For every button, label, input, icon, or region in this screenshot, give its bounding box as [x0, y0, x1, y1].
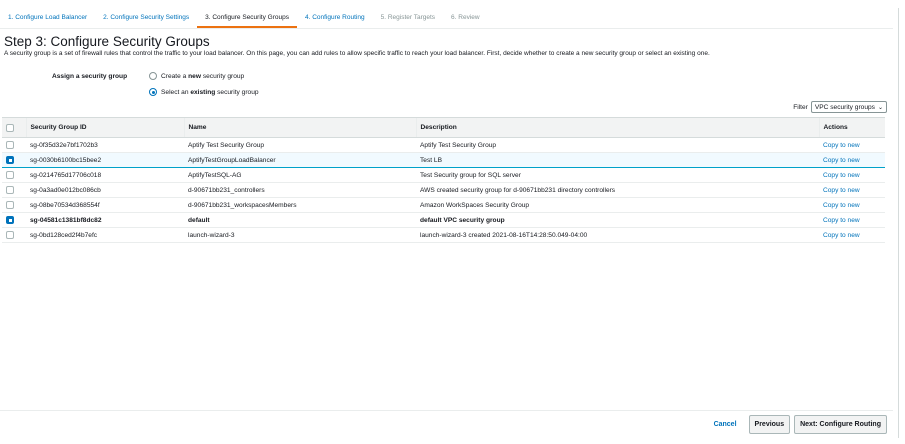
next-configure-routing-button[interactable]: Next: Configure Routing	[794, 415, 887, 434]
row-checkbox[interactable]	[6, 171, 14, 179]
radio-label-suffix: security group	[202, 72, 245, 80]
assign-security-group-label: Assign a security group	[52, 73, 128, 80]
radio-label-bold: new	[188, 72, 201, 80]
cell-description: default VPC security group	[416, 212, 819, 228]
row-checkbox[interactable]	[6, 216, 14, 224]
cell-security-group-id: sg-08be70534d368554f	[26, 197, 184, 213]
filter-select-value: VPC security groups	[814, 103, 875, 111]
copy-to-new-link[interactable]: Copy to new	[823, 202, 860, 209]
radio-button[interactable]	[149, 88, 157, 96]
step-configure-routing[interactable]: 4. Configure Routing	[297, 12, 373, 28]
row-checkbox[interactable]	[6, 156, 14, 164]
chevron-down-icon: ⌄	[877, 104, 883, 111]
copy-to-new-link[interactable]: Copy to new	[823, 187, 860, 194]
cell-description: Aptify Test Security Group	[416, 137, 819, 153]
table-row[interactable]: sg-0214765d17706c018 AptifyTestSQL-AG Te…	[2, 167, 885, 183]
radio-select-existing-security-group[interactable]: Select an existing security group	[149, 88, 259, 96]
page-description: A security group is a set of firewall ru…	[4, 50, 710, 57]
cell-security-group-id: sg-04581c1381bf8dc82	[26, 212, 184, 228]
table-header-row: Security Group ID Name Description Actio…	[2, 117, 885, 138]
table-row[interactable]: sg-0a3ad0e012bc086cb d-90671bb231_contro…	[2, 182, 885, 198]
cell-security-group-id: sg-0a3ad0e012bc086cb	[26, 182, 184, 198]
step-configure-security-groups[interactable]: 3. Configure Security Groups	[197, 12, 297, 28]
header-description[interactable]: Description	[415, 117, 819, 138]
radio-label-bold: existing	[190, 88, 216, 96]
row-checkbox[interactable]	[6, 201, 14, 209]
cell-name: default	[184, 212, 416, 228]
step-configure-load-balancer[interactable]: 1. Configure Load Balancer	[0, 12, 95, 28]
step-register-targets: 5. Register Targets	[380, 14, 436, 21]
header-security-group-id[interactable]: Security Group ID	[25, 117, 184, 138]
page-scrollbar[interactable]	[898, 8, 902, 438]
cell-description: Test Security group for SQL server	[416, 167, 819, 183]
radio-label-prefix: Create a	[161, 72, 187, 80]
table-row[interactable]: sg-04581c1381bf8dc82 default default VPC…	[2, 212, 885, 228]
table-row[interactable]: sg-08be70534d368554f d-90671bb231_worksp…	[2, 197, 885, 213]
security-groups-table: Security Group ID Name Description Actio…	[2, 117, 885, 243]
step-review: 6. Review	[451, 14, 480, 21]
select-all-checkbox[interactable]	[6, 123, 14, 132]
header-select	[2, 117, 26, 138]
page-title: Step 3: Configure Security Groups	[4, 34, 210, 49]
radio-button[interactable]	[149, 72, 157, 80]
cell-description: Test LB	[416, 152, 819, 168]
radio-label-suffix: security group	[217, 88, 259, 96]
header-name[interactable]: Name	[183, 117, 416, 138]
copy-to-new-link[interactable]: Copy to new	[823, 157, 860, 164]
row-checkbox[interactable]	[6, 186, 14, 194]
row-checkbox[interactable]	[6, 231, 14, 239]
cell-name: AptifyTestSQL-AG	[184, 167, 416, 183]
footer-actions: Cancel Previous Next: Configure Routing	[714, 415, 887, 434]
cell-security-group-id: sg-0bd128ced2f4b7efc	[26, 227, 184, 243]
filter-label: Filter	[793, 103, 808, 111]
steps-divider	[0, 28, 893, 29]
copy-to-new-link[interactable]: Copy to new	[823, 172, 860, 179]
previous-button[interactable]: Previous	[748, 415, 791, 434]
cell-security-group-id: sg-0f35d32e7bf1702b3	[26, 137, 184, 153]
copy-to-new-link[interactable]: Copy to new	[823, 142, 860, 149]
table-row[interactable]: sg-0030b6100bc15bee2 AptifyTestGroupLoad…	[2, 152, 885, 168]
footer-divider	[0, 410, 893, 411]
radio-label-prefix: Select an	[161, 88, 189, 96]
cell-description: AWS created security group for d-90671bb…	[416, 182, 819, 198]
cell-name: d-90671bb231_workspacesMembers	[184, 197, 416, 213]
cell-security-group-id: sg-0214765d17706c018	[26, 167, 184, 183]
cell-description: Amazon WorkSpaces Security Group	[416, 197, 819, 213]
cell-description: launch-wizard-3 created 2021-08-16T14:28…	[416, 227, 819, 243]
cancel-button[interactable]: Cancel	[714, 421, 737, 428]
table-row[interactable]: sg-0f35d32e7bf1702b3 Aptify Test Securit…	[2, 137, 885, 153]
header-actions: Actions	[818, 117, 885, 138]
cell-name: launch-wizard-3	[184, 227, 416, 243]
table-row[interactable]: sg-0bd128ced2f4b7efc launch-wizard-3 lau…	[2, 227, 885, 243]
row-checkbox[interactable]	[6, 141, 14, 149]
cell-security-group-id: sg-0030b6100bc15bee2	[26, 152, 184, 168]
filter-select[interactable]: VPC security groups ⌄	[810, 101, 887, 113]
radio-create-new-security-group[interactable]: Create a new security group	[149, 72, 244, 80]
cell-name: Aptify Test Security Group	[184, 137, 416, 153]
cell-name: d-90671bb231_controllers	[184, 182, 416, 198]
cell-name: AptifyTestGroupLoadBalancer	[184, 152, 416, 168]
copy-to-new-link[interactable]: Copy to new	[823, 217, 860, 224]
wizard-steps: 1. Configure Load Balancer 2. Configure …	[0, 12, 488, 28]
filter-group: Filter VPC security groups ⌄	[793, 101, 887, 113]
copy-to-new-link[interactable]: Copy to new	[823, 232, 860, 239]
step-configure-security-settings[interactable]: 2. Configure Security Settings	[95, 12, 197, 28]
